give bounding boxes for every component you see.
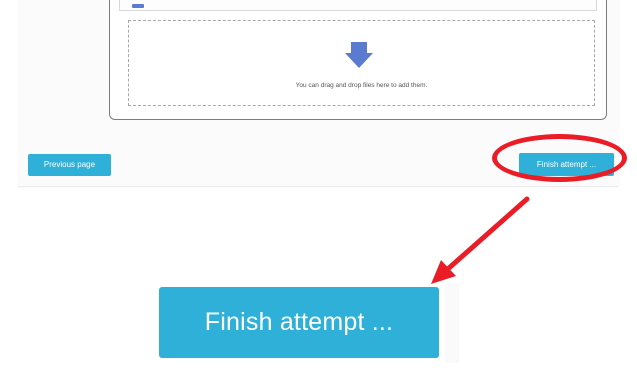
finish-attempt-button-zoomed[interactable]: Finish attempt ... (159, 287, 439, 358)
zoom-callout-background (445, 283, 459, 363)
